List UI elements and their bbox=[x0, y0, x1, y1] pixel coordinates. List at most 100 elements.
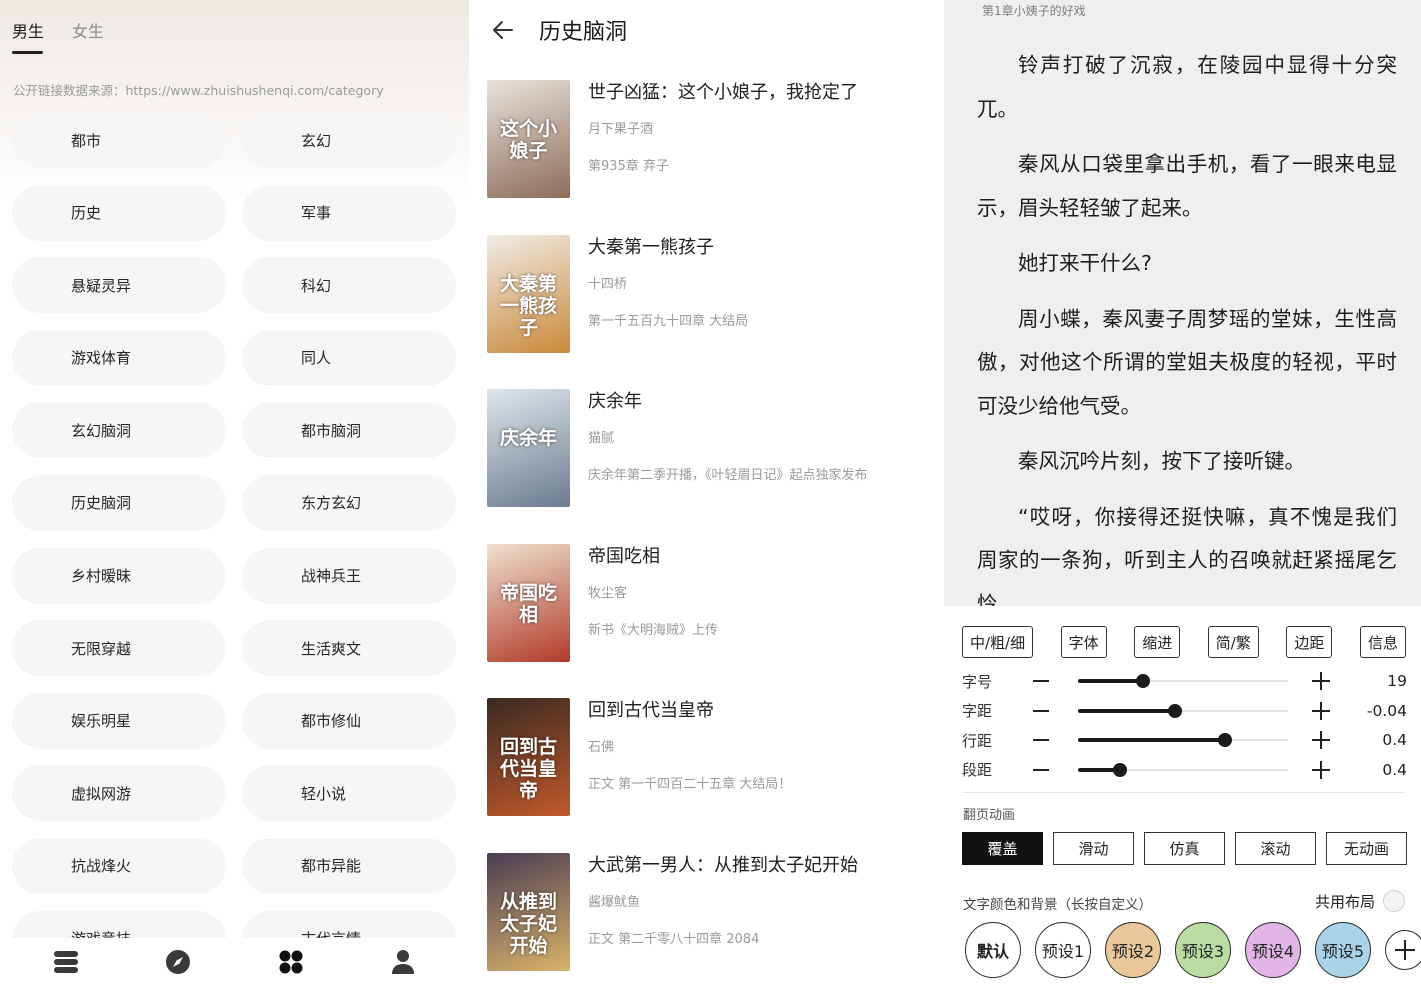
decrease-button[interactable] bbox=[1022, 755, 1060, 785]
increase-button[interactable] bbox=[1302, 696, 1340, 726]
font-weight-button[interactable]: 中/粗/细 bbox=[962, 626, 1034, 658]
animation-option[interactable]: 覆盖 bbox=[962, 832, 1043, 865]
cover-title: 从推到太子妃开始 bbox=[499, 891, 557, 957]
theme-preset[interactable]: 默认 bbox=[965, 922, 1021, 978]
theme-preset[interactable]: 预设3 bbox=[1175, 922, 1231, 978]
reading-settings-sheet: 中/粗/细 字体 缩进 简/繁 边距 信息 字号 19 字距 -0.04 行距 0.4 段距 0.4 翻… bbox=[944, 606, 1421, 986]
book-item[interactable]: 庆余年 庆余年 猫腻 庆余年第二季开播，《叶轻眉日记》起点独家发布 bbox=[487, 389, 927, 508]
book-cover: 大秦第一熊孩子 bbox=[487, 234, 570, 353]
category-item[interactable]: 娱乐明星 bbox=[12, 692, 226, 749]
category-item[interactable]: 玄幻脑洞 bbox=[12, 402, 226, 459]
category-item[interactable]: 战神兵王 bbox=[242, 547, 456, 604]
reader-content[interactable]: 铃声打破了沉寂，在陵园中显得十分突兀。 秦风从口袋里拿出手机，看了一眼来电显示，眉… bbox=[977, 44, 1397, 606]
category-item[interactable]: 东方玄幻 bbox=[242, 474, 456, 531]
category-item[interactable]: 玄幻 bbox=[242, 112, 456, 168]
tab-female[interactable]: 女生 bbox=[72, 18, 104, 54]
book-title: 大秦第一熊孩子 bbox=[588, 236, 714, 258]
category-item[interactable]: 军事 bbox=[242, 184, 456, 241]
category-grid: 都市 玄幻 历史 军事 悬疑灵异 科幻 游戏体育 同人 玄幻脑洞 都市脑洞 历史脑洞 东方玄幻 乡村暧昧… bbox=[12, 112, 456, 938]
book-latest-chapter: 庆余年第二季开播，《叶轻眉日记》起点独家发布 bbox=[588, 468, 868, 483]
book-item[interactable]: 帝国吃相 帝国吃相 牧尘客 新书《大明海贼》上传 bbox=[487, 543, 927, 662]
category-item[interactable]: 同人 bbox=[242, 329, 456, 386]
theme-preset[interactable]: 预设2 bbox=[1105, 922, 1161, 978]
category-item[interactable]: 都市脑洞 bbox=[242, 402, 456, 459]
animation-option[interactable]: 仿真 bbox=[1144, 832, 1225, 865]
nav-category[interactable] bbox=[271, 942, 311, 982]
slider-handle[interactable] bbox=[1167, 703, 1182, 718]
plus-icon bbox=[1312, 672, 1330, 690]
simplified-traditional-button[interactable]: 简/繁 bbox=[1207, 626, 1259, 658]
slider-label: 字距 bbox=[962, 702, 993, 720]
category-item[interactable]: 都市异能 bbox=[242, 837, 456, 894]
category-item[interactable]: 科幻 bbox=[242, 257, 456, 314]
nav-discover[interactable] bbox=[158, 942, 198, 982]
book-item[interactable]: 大秦第一熊孩子 大秦第一熊孩子 十四桥 第一千五百九十四章 大结局 bbox=[487, 234, 927, 353]
category-list[interactable]: 都市 玄幻 历史 军事 悬疑灵异 科幻 游戏体育 同人 玄幻脑洞 都市脑洞 历史脑洞 东方玄幻 乡村暧昧… bbox=[12, 112, 456, 938]
cover-title: 大秦第一熊孩子 bbox=[499, 272, 557, 339]
minus-icon bbox=[1033, 709, 1049, 712]
back-button[interactable] bbox=[483, 10, 523, 50]
theme-preset[interactable]: 预设5 bbox=[1315, 922, 1371, 978]
increase-button[interactable] bbox=[1302, 755, 1340, 785]
category-item[interactable]: 历史 bbox=[12, 184, 226, 241]
slider-handle[interactable] bbox=[1218, 733, 1232, 747]
slider-track[interactable] bbox=[1078, 696, 1288, 726]
book-item[interactable]: 从推到太子妃开始 大武第一男人：从推到太子妃开始 酱爆鱿鱼 正文 第二千零八十四章 2… bbox=[487, 853, 927, 971]
theme-preset[interactable]: 预设4 bbox=[1245, 922, 1301, 978]
font-button[interactable]: 字体 bbox=[1060, 626, 1107, 658]
category-item[interactable]: 都市修仙 bbox=[242, 692, 456, 749]
book-item[interactable]: 回到古代当皇帝 回到古代当皇帝 石佛 正文 第一千四百二十五章 大结局！ bbox=[487, 698, 927, 817]
indent-button[interactable]: 缩进 bbox=[1134, 626, 1181, 658]
category-item[interactable]: 乡村暧昧 bbox=[12, 547, 226, 604]
animation-option[interactable]: 滚动 bbox=[1235, 832, 1316, 865]
decrease-button[interactable] bbox=[1022, 696, 1060, 726]
animation-option[interactable]: 无动画 bbox=[1326, 832, 1407, 865]
animation-option[interactable]: 滑动 bbox=[1053, 832, 1134, 865]
shared-layout-toggle[interactable] bbox=[1383, 890, 1405, 912]
bottom-nav bbox=[0, 938, 469, 986]
slider-label: 段距 bbox=[962, 761, 993, 779]
category-item[interactable]: 游戏竞技 bbox=[12, 910, 226, 938]
category-item[interactable]: 轻小说 bbox=[242, 765, 456, 822]
category-item[interactable]: 生活爽文 bbox=[242, 620, 456, 677]
category-item[interactable]: 悬疑灵异 bbox=[12, 257, 226, 314]
increase-button[interactable] bbox=[1302, 725, 1340, 755]
slider-row: 行距 0.4 bbox=[962, 725, 1407, 755]
slider-handle[interactable] bbox=[1136, 674, 1151, 688]
margin-button[interactable]: 边距 bbox=[1286, 626, 1333, 658]
nav-bookshelf[interactable] bbox=[46, 942, 86, 982]
book-list-panel: 历史脑洞 这个小娘子 世子凶猛：这个小娘子，我抢定了 月下果子酒 第935章 弃子 大秦… bbox=[469, 0, 944, 986]
category-item[interactable]: 都市 bbox=[12, 112, 226, 168]
reader-paragraph: 周小蝶，秦风妻子周梦瑶的堂妹，生性高傲，对他这个所谓的堂姐夫极度的轻视，平时可没… bbox=[977, 306, 1397, 418]
back-arrow-icon bbox=[493, 21, 513, 39]
book-latest-chapter: 正文 第一千四百二十五章 大结局！ bbox=[588, 777, 792, 792]
theme-preset[interactable]: 预设1 bbox=[1035, 922, 1091, 978]
slider-row: 字距 -0.04 bbox=[962, 696, 1407, 726]
category-item[interactable]: 抗战烽火 bbox=[12, 837, 226, 894]
category-item[interactable]: 无限穿越 bbox=[12, 620, 226, 677]
category-item[interactable]: 古代言情 bbox=[242, 910, 456, 938]
category-item[interactable]: 虚拟网游 bbox=[12, 765, 226, 822]
decrease-button[interactable] bbox=[1022, 725, 1060, 755]
book-item[interactable]: 这个小娘子 世子凶猛：这个小娘子，我抢定了 月下果子酒 第935章 弃子 bbox=[487, 80, 927, 198]
nav-profile[interactable] bbox=[383, 942, 423, 982]
plus-icon bbox=[1312, 701, 1330, 720]
book-title: 回到古代当皇帝 bbox=[588, 700, 714, 722]
slider-handle[interactable] bbox=[1113, 762, 1127, 777]
slider-track[interactable] bbox=[1078, 755, 1288, 785]
increase-button[interactable] bbox=[1302, 666, 1340, 696]
slider-label: 行距 bbox=[962, 731, 993, 750]
cover-title: 庆余年 bbox=[499, 427, 557, 450]
tab-male[interactable]: 男生 bbox=[12, 18, 44, 54]
theme-presets: 默认 预设1 预设2 预设3 预设4 预设5 bbox=[965, 922, 1421, 978]
add-theme-button[interactable] bbox=[1385, 930, 1421, 970]
info-button[interactable]: 信息 bbox=[1359, 626, 1406, 658]
reader-panel: 第1章小姨子的好戏 铃声打破了沉寂，在陵园中显得十分突兀。 秦风从口袋里拿出手机，… bbox=[944, 0, 1421, 986]
profile-icon bbox=[391, 950, 414, 974]
category-item[interactable]: 历史脑洞 bbox=[12, 474, 226, 531]
slider-track[interactable] bbox=[1078, 666, 1288, 696]
reader-paragraph: 铃声打破了沉寂，在陵园中显得十分突兀。 bbox=[977, 53, 1397, 121]
category-item[interactable]: 游戏体育 bbox=[12, 329, 226, 386]
decrease-button[interactable] bbox=[1022, 666, 1060, 696]
slider-track[interactable] bbox=[1078, 725, 1288, 755]
